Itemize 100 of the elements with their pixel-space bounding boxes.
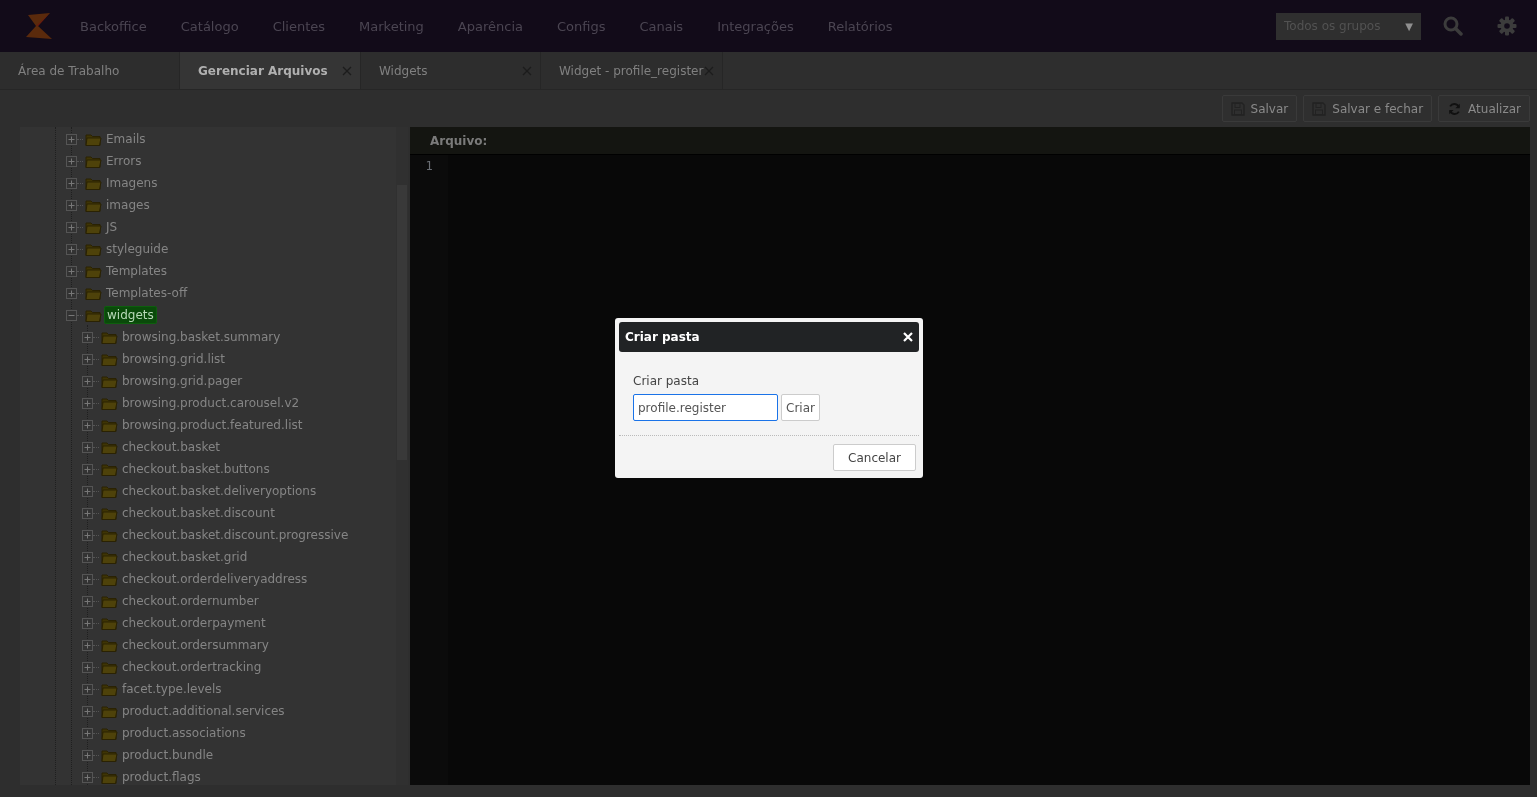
folder-name-field[interactable]: profile.register xyxy=(633,394,778,421)
folder-label[interactable]: checkout.ordersummary xyxy=(120,637,271,653)
folder-label[interactable]: widgets xyxy=(104,306,157,324)
expand-icon[interactable] xyxy=(82,705,93,717)
folder-icon xyxy=(85,286,102,300)
field-label: Criar pasta xyxy=(633,374,701,388)
folder-label[interactable]: checkout.basket.deliveryoptions xyxy=(120,483,319,499)
expand-icon[interactable] xyxy=(66,199,77,211)
nav-menu-item[interactable]: Backoffice xyxy=(80,18,147,34)
expand-icon[interactable] xyxy=(66,177,77,189)
expand-icon[interactable] xyxy=(82,419,93,431)
folder-label[interactable]: checkout.basket.buttons xyxy=(120,461,272,477)
folder-label[interactable]: product.flags xyxy=(120,769,203,785)
folder-icon xyxy=(101,484,118,498)
expand-icon[interactable] xyxy=(82,529,93,541)
folder-label[interactable]: browsing.product.carousel.v2 xyxy=(120,395,302,411)
expand-icon[interactable] xyxy=(82,573,93,585)
nav-menu-item[interactable]: Clientes xyxy=(272,18,326,34)
folder-label[interactable]: browsing.grid.list xyxy=(120,351,227,367)
folder-label[interactable]: Errors xyxy=(104,153,144,169)
folder-label[interactable]: product.bundle xyxy=(120,747,216,763)
tab[interactable]: Gerenciar Arquivos xyxy=(180,52,361,89)
expand-icon[interactable] xyxy=(82,551,93,563)
expand-icon[interactable] xyxy=(82,661,93,673)
folder-icon xyxy=(101,660,118,674)
expand-icon[interactable] xyxy=(82,353,93,365)
expand-icon[interactable] xyxy=(82,463,93,475)
nav-menu-item[interactable]: Configs xyxy=(557,18,606,34)
toolbar-button[interactable]: Salvar e fechar xyxy=(1303,95,1433,122)
folder-icon xyxy=(101,682,118,696)
folder-label[interactable]: browsing.grid.pager xyxy=(120,373,245,389)
expand-icon[interactable] xyxy=(66,221,77,233)
folder-icon xyxy=(101,528,118,542)
folder-icon xyxy=(85,198,102,212)
nav-menu-item[interactable]: Marketing xyxy=(359,18,424,34)
expand-icon[interactable] xyxy=(82,375,93,387)
nav-menu-item[interactable]: Catálogo xyxy=(180,18,239,34)
folder-label[interactable]: product.additional.services xyxy=(120,703,287,719)
folder-label[interactable]: JS xyxy=(104,219,120,235)
expand-icon[interactable] xyxy=(66,133,77,145)
folder-label[interactable]: checkout.basket.discount.progressive xyxy=(120,527,351,543)
collapse-icon[interactable] xyxy=(66,309,77,321)
expand-icon[interactable] xyxy=(82,683,93,695)
nav-menu-item[interactable]: Aparência xyxy=(457,18,523,34)
toolbar-button[interactable]: Salvar xyxy=(1221,95,1298,122)
folder-label[interactable]: browsing.basket.summary xyxy=(120,329,283,345)
folder-icon xyxy=(101,726,118,740)
expand-icon[interactable] xyxy=(82,749,93,761)
folder-icon xyxy=(101,550,118,564)
expand-icon[interactable] xyxy=(82,441,93,453)
folder-label[interactable]: checkout.orderdeliveryaddress xyxy=(120,571,310,587)
expand-icon[interactable] xyxy=(82,771,93,783)
folder-label[interactable]: checkout.basket.grid xyxy=(120,549,250,565)
folder-label[interactable]: browsing.product.featured.list xyxy=(120,417,305,433)
folder-label[interactable]: Emails xyxy=(104,131,148,147)
expand-icon[interactable] xyxy=(66,287,77,299)
folder-icon xyxy=(101,462,118,476)
nav-menu-item[interactable]: Integrações xyxy=(717,18,794,34)
folder-label[interactable]: checkout.basket xyxy=(120,439,222,455)
nav-menu-item[interactable]: Relatórios xyxy=(827,18,893,34)
folder-icon xyxy=(85,132,102,146)
folder-icon xyxy=(101,704,118,718)
folder-label[interactable]: checkout.basket.discount xyxy=(120,505,277,521)
folder-label[interactable]: facet.type.levels xyxy=(120,681,224,697)
expand-icon[interactable] xyxy=(66,155,77,167)
expand-icon[interactable] xyxy=(82,595,93,607)
logo-icon xyxy=(24,11,54,41)
nav-menu-item[interactable]: Canais xyxy=(639,18,684,34)
dialog-title: Criar pasta xyxy=(625,330,700,344)
folder-icon xyxy=(85,242,102,256)
cancel-button[interactable]: Cancelar xyxy=(833,444,916,471)
settings-icon[interactable] xyxy=(1497,16,1517,36)
folder-label[interactable]: checkout.ordernumber xyxy=(120,593,261,609)
folder-label[interactable]: product.associations xyxy=(120,725,248,741)
folder-icon xyxy=(85,220,102,234)
folder-icon xyxy=(101,418,118,432)
expand-icon[interactable] xyxy=(82,617,93,629)
folder-label[interactable]: checkout.orderpayment xyxy=(120,615,268,631)
refresh-icon xyxy=(1447,101,1463,116)
expand-icon[interactable] xyxy=(66,265,77,277)
expand-icon[interactable] xyxy=(82,507,93,519)
folder-icon xyxy=(101,572,118,586)
folder-label[interactable]: checkout.ordertracking xyxy=(120,659,264,675)
expand-icon[interactable] xyxy=(82,331,93,343)
create-button[interactable]: Criar xyxy=(781,394,820,421)
folder-label[interactable]: Templates-off xyxy=(104,285,190,301)
folder-icon xyxy=(85,176,102,190)
expand-icon[interactable] xyxy=(82,397,93,409)
folder-label[interactable]: images xyxy=(104,197,152,213)
folder-label[interactable]: Templates xyxy=(104,263,169,279)
expand-icon[interactable] xyxy=(66,243,77,255)
toolbar-button[interactable]: Atualizar xyxy=(1438,95,1530,122)
expand-icon[interactable] xyxy=(82,639,93,651)
expand-icon[interactable] xyxy=(82,727,93,739)
folder-label[interactable]: styleguide xyxy=(104,241,171,257)
expand-icon[interactable] xyxy=(82,485,93,497)
folder-icon xyxy=(85,154,102,168)
search-icon[interactable] xyxy=(1443,16,1463,36)
folder-label[interactable]: Imagens xyxy=(104,175,160,191)
folder-icon xyxy=(101,638,118,652)
